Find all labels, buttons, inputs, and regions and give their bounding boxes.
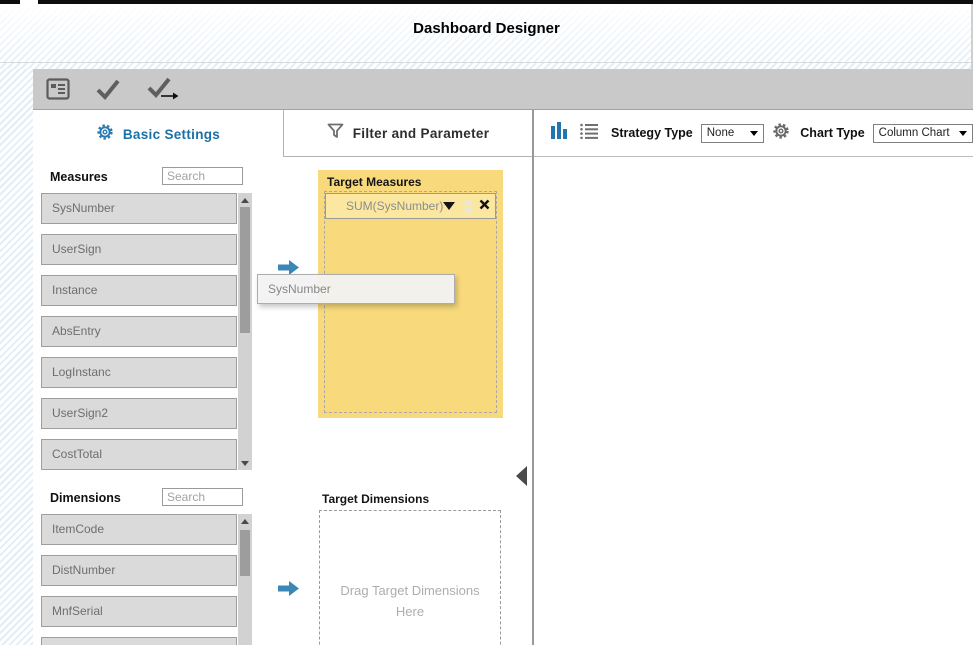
drag-ghost: SysNumber: [257, 274, 455, 304]
measures-list: SysNumber UserSign Instance AbsEntry LogInst…: [41, 193, 238, 480]
measure-list-item[interactable]: SysNumber: [41, 193, 237, 224]
scroll-down-icon[interactable]: [241, 461, 249, 466]
basic-settings-header[interactable]: Basic Settings: [33, 110, 283, 158]
strategy-type-value: None: [707, 127, 735, 139]
dimensions-search-input[interactable]: [162, 488, 243, 506]
filter-parameter-header[interactable]: Filter and Parameter: [283, 110, 532, 157]
filter-funnel-icon: [327, 123, 344, 144]
measures-label: Measures: [50, 170, 108, 184]
panel-collapse-arrow[interactable]: [516, 466, 527, 486]
dimensions-scrollbar[interactable]: [238, 514, 252, 645]
gear-icon: [96, 123, 114, 146]
chart-type-value: Column Chart: [879, 127, 950, 139]
measure-list-item[interactable]: UserSign2: [41, 398, 237, 429]
target-dimensions-title: Target Dimensions: [322, 492, 429, 506]
list-view-icon[interactable]: [580, 123, 598, 144]
basic-settings-label: Basic Settings: [123, 127, 220, 142]
measures-scrollbar-thumb[interactable]: [240, 207, 250, 333]
app-header: Dashboard Designer: [0, 4, 973, 63]
dimensions-flow-arrow-icon: [277, 580, 300, 602]
selected-measure-label: SUM(SysNumber): [346, 199, 443, 213]
dimension-list-item[interactable]: DistNumber: [41, 555, 237, 586]
dimension-list-item[interactable]: ItemCode: [41, 514, 237, 545]
target-dimensions-dropzone[interactable]: Drag Target Dimensions Here: [319, 510, 501, 645]
measure-list-item[interactable]: Instance: [41, 275, 237, 306]
measure-list-item[interactable]: CostTotal: [41, 439, 237, 470]
toolbar: [33, 69, 973, 110]
dimension-list-item-partial[interactable]: [41, 637, 237, 645]
target-dimensions-drop-hint: Drag Target Dimensions Here: [329, 581, 491, 623]
dimensions-label: Dimensions: [50, 491, 121, 505]
remove-measure-icon[interactable]: [479, 197, 490, 215]
dashboard-designer-window: Dashboard Designer: [0, 0, 973, 645]
target-measures-title: Target Measures: [318, 170, 503, 189]
strategy-type-select[interactable]: None: [701, 124, 765, 143]
dimensions-list: ItemCode DistNumber MnfSerial: [41, 514, 238, 645]
page-title: Dashboard Designer: [0, 20, 973, 37]
measures-search-input[interactable]: [162, 167, 243, 185]
chart-controls-bar: Strategy Type None Chart Type Column Cha…: [534, 110, 973, 157]
select-caret-icon: [750, 131, 758, 136]
left-margin-stripes: [0, 69, 33, 645]
filter-parameter-panel: Filter and Parameter Target Measures SUM…: [283, 110, 532, 645]
scroll-up-icon[interactable]: [241, 519, 249, 524]
chart-preview-panel: Strategy Type None Chart Type Column Cha…: [532, 110, 973, 645]
dimensions-scrollbar-thumb[interactable]: [240, 530, 250, 576]
strategy-type-label: Strategy Type: [611, 126, 693, 140]
measure-dropdown-caret-icon[interactable]: [443, 202, 455, 210]
measure-list-item[interactable]: AbsEntry: [41, 316, 237, 347]
chart-type-label: Chart Type: [800, 126, 864, 140]
basic-settings-panel: Basic Settings Measures SysNumber UserSig…: [33, 110, 283, 645]
filter-parameter-label: Filter and Parameter: [353, 126, 490, 141]
select-caret-icon: [959, 131, 967, 136]
measure-list-item[interactable]: UserSign: [41, 234, 237, 265]
measure-list-item[interactable]: LogInstanc: [41, 357, 237, 388]
bar-chart-view-icon[interactable]: [551, 121, 568, 145]
measure-reorder-icon[interactable]: [463, 198, 474, 215]
dimension-list-item[interactable]: MnfSerial: [41, 596, 237, 627]
strategy-gear-icon[interactable]: [772, 122, 790, 145]
confirm-proceed-icon[interactable]: [146, 77, 182, 101]
measures-scrollbar[interactable]: [238, 193, 252, 470]
selected-measure-pill[interactable]: SUM(SysNumber): [325, 193, 496, 219]
form-settings-icon[interactable]: [46, 78, 70, 100]
scroll-up-icon[interactable]: [241, 198, 249, 203]
confirm-icon[interactable]: [94, 78, 122, 100]
chart-type-select[interactable]: Column Chart: [873, 124, 973, 143]
